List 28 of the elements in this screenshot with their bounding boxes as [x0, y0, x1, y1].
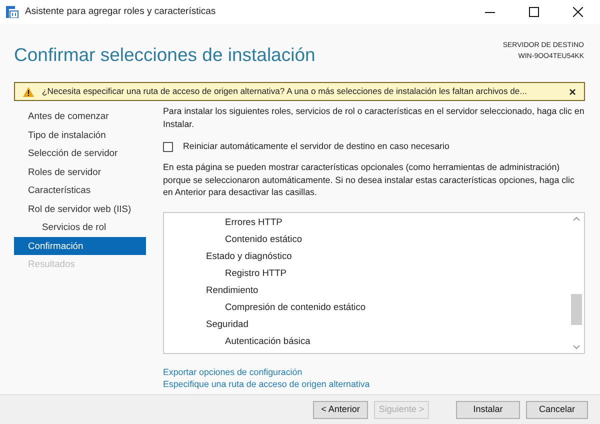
- checkbox-label: Reiniciar automáticamente el servidor de destino en caso necesario: [183, 140, 450, 153]
- sidebar-item[interactable]: Selección de servidor: [14, 144, 146, 162]
- page-heading: Confirmar selecciones de instalación: [14, 44, 316, 67]
- note-text: En esta página se pueden mostrar características opcionales (como herramientas de administración) porque se seleccionaron automáticamente. Si no desea instalar estas características opciones, haga clic en Anterior para desactivar las casillas.: [163, 161, 576, 199]
- sidebar-item[interactable]: Confirmación: [14, 236, 146, 255]
- wizard-button[interactable]: < Anterior: [313, 400, 368, 418]
- tree-item: Contenido estático: [225, 233, 302, 246]
- sidebar-item[interactable]: Servicios de rol: [14, 218, 146, 236]
- warning-text: ¿Necesita especificar una ruta de acceso de origen alternativa? A una o más selecciones de instalación les faltan archivos de...: [42, 85, 527, 98]
- sidebar-item[interactable]: Roles de servidor: [14, 162, 146, 181]
- sidebar-item[interactable]: Características: [14, 181, 146, 200]
- tree-item: Errores HTTP: [225, 216, 282, 230]
- tree-item: Compresión de contenido estático: [225, 301, 366, 314]
- tree-item: Rendimiento: [206, 284, 258, 298]
- sidebar-item[interactable]: Rol de servidor web (IIS): [14, 200, 146, 218]
- tree-item: Seguridad: [206, 318, 248, 332]
- intro-text: Para instalar los siguientes roles, servicios de rol o características en el servidor seleccionado, haga clic en Instalar.: [163, 105, 585, 130]
- wizard-button[interactable]: Instalar: [456, 400, 520, 418]
- link[interactable]: Exportar opciones de configuración: [163, 366, 302, 378]
- wizard-button[interactable]: Cancelar: [526, 400, 588, 418]
- tree-item: Estado y diagnóstico: [206, 250, 292, 264]
- link[interactable]: Especifique una ruta de acceso de origen alternativa: [163, 378, 370, 391]
- sidebar-item[interactable]: Tipo de instalación: [14, 126, 146, 144]
- window-title: Asistente para agregar roles y características: [25, 4, 216, 19]
- sidebar-item[interactable]: Antes de comenzar: [14, 107, 146, 126]
- tree-item: Autenticación básica: [225, 335, 310, 348]
- close-warning-button[interactable]: ×: [568, 86, 576, 98]
- tree-item: Registro HTTP: [225, 267, 286, 280]
